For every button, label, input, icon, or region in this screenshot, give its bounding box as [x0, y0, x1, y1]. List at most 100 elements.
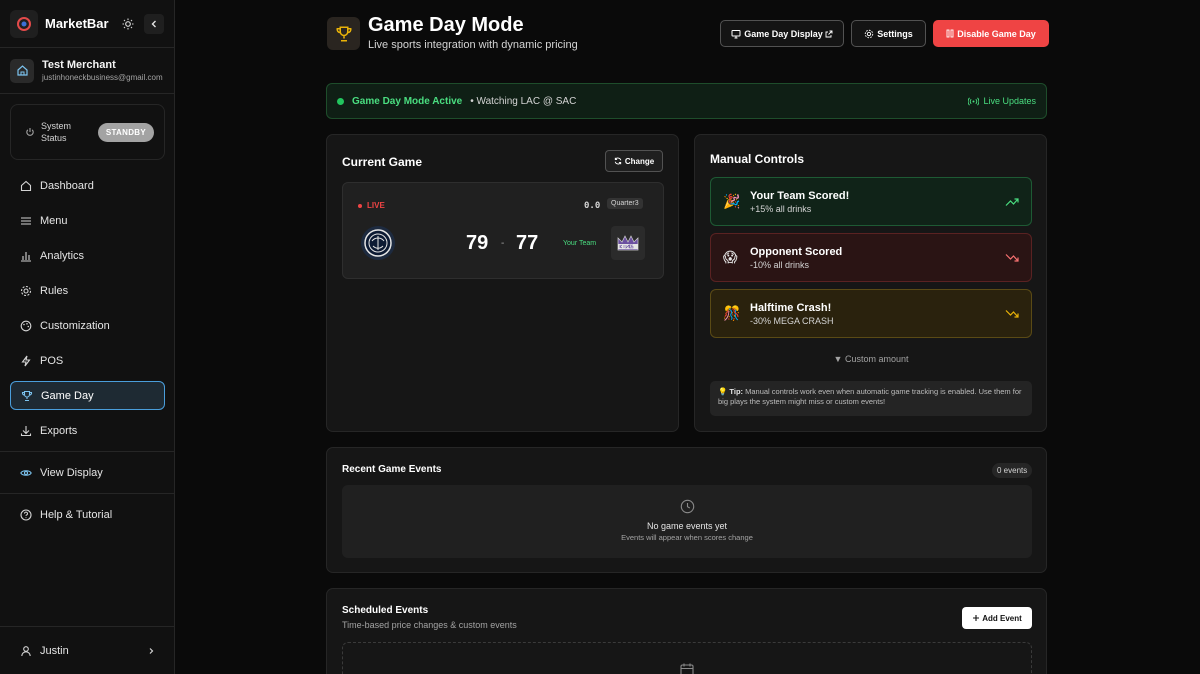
sidebar-header: MarketBar: [0, 0, 174, 48]
refresh-icon: [614, 157, 622, 165]
app-logo: [10, 9, 38, 38]
trending-down-icon: [1005, 253, 1019, 263]
merchant-info[interactable]: Test Merchant justinhoneckbusiness@gmail…: [0, 48, 174, 94]
status-badge[interactable]: STANDBY: [97, 122, 154, 142]
collapse-sidebar-button[interactable]: [144, 13, 164, 34]
main-content: Game Day Mode Live sports integration wi…: [175, 0, 1200, 674]
tip-box: 💡 Tip: Manual controls work even when au…: [710, 381, 1032, 416]
settings-button[interactable]: Settings: [851, 20, 926, 47]
sidebar-item-rules[interactable]: Rules: [10, 276, 165, 305]
game-clock: 0.0: [584, 201, 601, 211]
custom-amount-toggle[interactable]: ▼ Custom amount: [710, 354, 1032, 364]
disable-game-day-label: Disable Game Day: [957, 28, 1036, 39]
bar-chart-icon: [20, 250, 32, 262]
home-score: 77: [516, 232, 539, 254]
game-day-display-button[interactable]: Game Day Display: [720, 20, 844, 47]
current-game-card: Current Game Change LIVE 0.0 Quarter3 79…: [326, 134, 679, 432]
tip-text: Manual controls work even when automatic…: [718, 387, 1022, 406]
sidebar-item-pos[interactable]: POS: [10, 346, 165, 375]
sidebar-item-analytics[interactable]: Analytics: [10, 241, 165, 270]
store-icon: [10, 58, 34, 83]
opponent-scored-button[interactable]: 😱 Opponent Scored -10% all drinks: [710, 233, 1032, 282]
change-game-button[interactable]: Change: [605, 150, 663, 172]
away-team-logo: [361, 226, 395, 260]
brand-name: MarketBar: [45, 16, 109, 31]
sidebar-item-label: Dashboard: [40, 179, 94, 192]
divider: [0, 451, 175, 452]
add-event-button[interactable]: Add Event: [962, 607, 1032, 629]
scheduled-events-subtitle: Time-based price changes & custom events: [342, 620, 517, 630]
trophy-icon: [327, 17, 360, 50]
sidebar-item-view-display[interactable]: View Display: [10, 458, 165, 487]
sidebar-item-label: Customization: [40, 319, 110, 332]
sidebar-nav: Dashboard Menu Analytics Rules Customiza…: [0, 171, 175, 535]
sidebar-item-customization[interactable]: Customization: [10, 311, 165, 340]
calendar-icon: [679, 662, 695, 674]
current-game-title: Current Game: [342, 155, 423, 169]
external-link-icon: [825, 30, 833, 37]
sidebar-item-help[interactable]: Help & Tutorial: [10, 500, 165, 529]
control-subtitle: -30% MEGA CRASH: [750, 315, 834, 326]
active-indicator: [337, 97, 344, 105]
events-empty-state: No game events yet Events will appear wh…: [342, 485, 1032, 558]
away-score: 79: [466, 232, 489, 254]
sidebar-item-menu[interactable]: Menu: [10, 206, 165, 235]
theme-toggle-button[interactable]: [118, 14, 138, 34]
palette-icon: [20, 320, 32, 332]
live-updates-indicator: Live Updates: [968, 96, 1036, 106]
user-menu[interactable]: Justin: [0, 626, 175, 674]
trending-down-icon: [1005, 309, 1019, 319]
clock-icon: [680, 499, 695, 517]
live-updates-label: Live Updates: [983, 96, 1036, 106]
help-circle-icon: [20, 508, 32, 521]
recent-events-card: Recent Game Events 0 events No game even…: [326, 447, 1047, 573]
disable-game-day-button[interactable]: Disable Game Day: [933, 20, 1049, 47]
system-status: System Status STANDBY: [10, 104, 165, 160]
bolt-icon: [20, 355, 32, 367]
scheduled-empty-state: [342, 642, 1032, 674]
live-label: LIVE: [367, 201, 385, 210]
user-icon: [20, 645, 32, 657]
events-count-badge: 0 events: [992, 463, 1033, 478]
manual-controls-card: Manual Controls 🎉 Your Team Scored! +15%…: [694, 134, 1047, 432]
tip-label: 💡 Tip:: [718, 387, 744, 396]
sidebar-item-exports[interactable]: Exports: [10, 416, 165, 445]
divider: [0, 493, 175, 494]
sidebar-item-dashboard[interactable]: Dashboard: [10, 171, 165, 200]
sidebar-item-label: Exports: [40, 424, 78, 437]
merchant-name: Test Merchant: [42, 58, 116, 71]
control-title: Opponent Scored: [750, 245, 843, 258]
banner-watching: • Watching LAC @ SAC: [470, 95, 577, 107]
sidebar-item-label: Menu: [40, 214, 68, 227]
home-team-logo: [611, 226, 645, 260]
empty-subtitle: Events will appear when scores change: [621, 533, 753, 542]
confetti-icon: 🎊: [723, 305, 741, 321]
settings-label: Settings: [877, 28, 913, 39]
team-scored-button[interactable]: 🎉 Your Team Scored! +15% all drinks: [710, 177, 1032, 226]
trending-up-icon: [1005, 197, 1019, 207]
home-icon: [20, 180, 32, 192]
plus-icon: [973, 615, 980, 621]
merchant-email: justinhoneckbusiness@gmail.com: [42, 72, 163, 82]
download-icon: [20, 425, 32, 437]
halftime-crash-button[interactable]: 🎊 Halftime Crash! -30% MEGA CRASH: [710, 289, 1032, 338]
empty-title: No game events yet: [646, 521, 728, 531]
sidebar-item-label: Analytics: [40, 249, 85, 262]
gear-icon: [20, 285, 32, 297]
sidebar-item-label: Game Day: [41, 389, 94, 402]
menu-icon: [20, 215, 32, 227]
chevron-right-icon: [147, 647, 155, 655]
control-subtitle: +15% all drinks: [750, 203, 812, 214]
live-indicator: LIVE: [358, 201, 385, 210]
banner-status: Game Day Mode Active: [352, 95, 463, 107]
score-separator: -: [501, 238, 505, 249]
page-subtitle: Live sports integration with dynamic pri…: [368, 39, 578, 51]
scheduled-events-card: Scheduled Events Time-based price change…: [326, 588, 1047, 674]
sidebar-item-game-day[interactable]: Game Day: [10, 381, 165, 410]
monitor-icon: [731, 29, 741, 38]
user-name: Justin: [40, 644, 69, 657]
control-title: Your Team Scored!: [750, 189, 850, 202]
page-title: Game Day Mode: [368, 14, 524, 36]
eye-icon: [20, 467, 32, 479]
scoreboard: LIVE 0.0 Quarter3 79 - 77 Your Team: [342, 182, 664, 279]
